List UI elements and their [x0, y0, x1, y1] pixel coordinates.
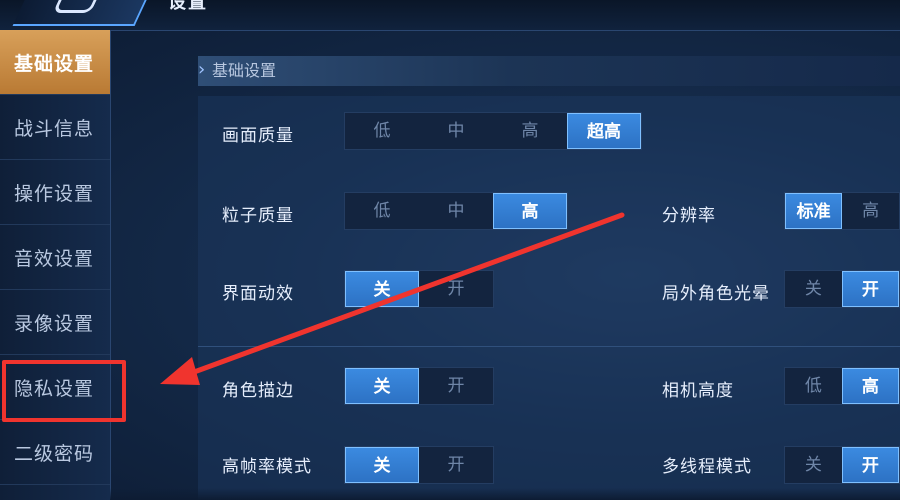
ui-animation-toggle: 关 开 — [344, 270, 494, 308]
highlight-box — [2, 360, 126, 422]
outside-glow-toggle: 关 开 — [784, 270, 900, 308]
particle-quality-option-medium[interactable]: 中 — [419, 193, 493, 229]
ui-animation-option-on[interactable]: 开 — [419, 271, 493, 307]
multithread-mode-option-on[interactable]: 开 — [841, 447, 899, 483]
character-outline-option-on[interactable]: 开 — [419, 368, 493, 404]
graphics-quality-option-ultra[interactable]: 超高 — [567, 113, 641, 149]
sidebar-item-secondary-password[interactable]: 二级密码 — [0, 420, 110, 485]
ui-animation-option-off[interactable]: 关 — [345, 271, 419, 307]
character-outline-toggle: 关 开 — [344, 367, 494, 405]
character-outline-option-off[interactable]: 关 — [345, 368, 419, 404]
camera-height-option-low[interactable]: 低 — [785, 368, 842, 404]
multithread-mode-toggle: 关 开 — [784, 446, 900, 484]
particle-quality-label: 粒子质量 — [222, 206, 294, 226]
outside-glow-option-on[interactable]: 开 — [841, 271, 899, 307]
multithread-mode-option-off[interactable]: 关 — [785, 447, 842, 483]
camera-height-option-high[interactable]: 高 — [841, 368, 899, 404]
high-fps-mode-label: 高帧率模式 — [222, 457, 312, 477]
top-bar: 设置 — [0, 0, 900, 31]
graphics-quality-selector: 低 中 高 超高 — [344, 112, 642, 150]
outside-glow-label: 局外角色光晕 — [662, 284, 770, 304]
graphics-quality-option-high[interactable]: 高 — [493, 113, 567, 149]
sidebar-item-sound[interactable]: 音效设置 — [0, 225, 110, 290]
section-title: 基础设置 — [212, 61, 277, 80]
character-outline-label: 角色描边 — [222, 381, 294, 401]
page-title: 设置 — [168, 0, 208, 13]
camera-height-selector: 低 高 — [784, 367, 900, 405]
section-divider — [198, 346, 900, 347]
high-fps-mode-option-off[interactable]: 关 — [345, 447, 419, 483]
multithread-mode-label: 多线程模式 — [662, 457, 752, 477]
settings-sidebar: 基础设置 战斗信息 操作设置 音效设置 录像设置 隐私设置 二级密码 — [0, 30, 111, 500]
graphics-quality-option-low[interactable]: 低 — [345, 113, 419, 149]
section-header: › 基础设置 — [198, 56, 900, 86]
game-logo — [12, 0, 150, 26]
high-fps-mode-toggle: 关 开 — [344, 446, 494, 484]
resolution-option-standard[interactable]: 标准 — [785, 193, 843, 229]
resolution-option-high[interactable]: 高 — [842, 193, 899, 229]
graphics-quality-label: 画面质量 — [222, 126, 294, 146]
ui-animation-label: 界面动效 — [222, 284, 294, 304]
sidebar-item-basic-settings[interactable]: 基础设置 — [0, 30, 110, 95]
chevron-right-icon: › — [198, 59, 206, 80]
particle-quality-option-low[interactable]: 低 — [345, 193, 419, 229]
high-fps-mode-option-on[interactable]: 开 — [419, 447, 493, 483]
bottom-fade — [110, 488, 900, 500]
particle-quality-option-high[interactable]: 高 — [493, 193, 567, 229]
particle-quality-selector: 低 中 高 — [344, 192, 568, 230]
resolution-label: 分辨率 — [662, 206, 716, 226]
sidebar-item-battle-info[interactable]: 战斗信息 — [0, 95, 110, 160]
camera-height-label: 相机高度 — [662, 381, 734, 401]
sidebar-item-controls[interactable]: 操作设置 — [0, 160, 110, 225]
resolution-selector: 标准 高 — [784, 192, 900, 230]
graphics-quality-option-medium[interactable]: 中 — [419, 113, 493, 149]
sidebar-item-replay[interactable]: 录像设置 — [0, 290, 110, 355]
outside-glow-option-off[interactable]: 关 — [785, 271, 842, 307]
